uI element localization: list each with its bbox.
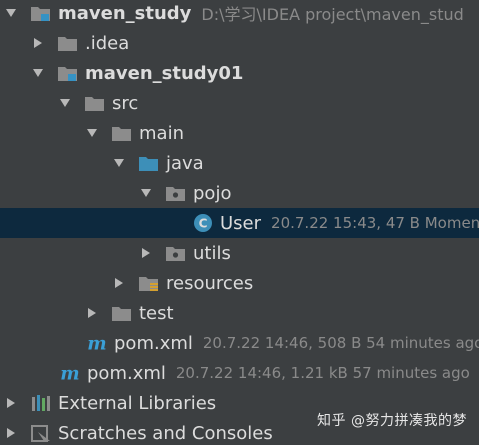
maven-icon: m [59, 364, 81, 382]
collapse-arrow-icon[interactable] [4, 396, 18, 410]
tree-item-pojo[interactable]: pojo [0, 178, 479, 208]
tree-item-main[interactable]: main [0, 118, 479, 148]
expand-arrow-icon[interactable] [112, 156, 126, 170]
watermark: 知乎 @努力拼凑我的梦 [317, 413, 467, 429]
tree-item-label: src [112, 92, 139, 114]
libraries-icon [30, 394, 52, 412]
tree-item-resources[interactable]: resources [0, 268, 479, 298]
resources-folder-icon [138, 274, 160, 292]
tree-item-label: maven_study [58, 2, 192, 24]
svg-text:m: m [60, 364, 79, 382]
tree-item-meta: 20.7.22 14:46, 1.21 kB 57 minutes ago [175, 364, 470, 382]
source-folder-icon [138, 154, 160, 172]
tree-item-meta: 20.7.22 15:43, 47 B Momen [271, 214, 479, 232]
tree-item-label: .idea [85, 32, 130, 54]
expand-arrow-icon[interactable] [4, 6, 18, 20]
tree-item-src[interactable]: src [0, 88, 479, 118]
tree-item-label: External Libraries [58, 392, 217, 414]
collapse-arrow-icon[interactable] [139, 246, 153, 260]
expand-arrow-icon[interactable] [58, 96, 72, 110]
folder-icon [111, 124, 133, 142]
module-folder-icon [30, 4, 52, 22]
tree-item-utils[interactable]: utils [0, 238, 479, 268]
tree-item-label: User [220, 212, 262, 234]
collapse-arrow-icon[interactable] [85, 306, 99, 320]
tree-item-meta: 20.7.22 14:46, 508 B 54 minutes ago [202, 334, 479, 352]
package-icon [165, 244, 187, 262]
tree-item-pom-root[interactable]: m pom.xml 20.7.22 14:46, 1.21 kB 57 minu… [0, 358, 479, 388]
folder-icon [84, 94, 106, 112]
tree-item-meta: D:\学习\IDEA project\maven_stud [201, 5, 464, 24]
package-icon [165, 184, 187, 202]
tree-item-label: pojo [193, 182, 232, 204]
tree-item-test[interactable]: test [0, 298, 479, 328]
scratches-icon [30, 424, 52, 442]
collapse-arrow-icon[interactable] [112, 276, 126, 290]
folder-icon [57, 34, 79, 52]
tree-item-label: test [139, 302, 174, 324]
tree-item-label: maven_study01 [85, 62, 244, 84]
tree-item-label: resources [166, 272, 254, 294]
collapse-arrow-icon[interactable] [4, 426, 18, 440]
collapse-arrow-icon[interactable] [31, 36, 45, 50]
svg-text:m: m [87, 334, 106, 352]
tree-item-label: Scratches and Consoles [58, 422, 273, 444]
tree-item-user[interactable]: C User 20.7.22 15:43, 47 B Momen [0, 208, 479, 238]
module-folder-icon [57, 64, 79, 82]
expand-arrow-icon[interactable] [139, 186, 153, 200]
maven-icon: m [86, 334, 108, 352]
tree-item-java[interactable]: java [0, 148, 479, 178]
tree-item-label: pom.xml [87, 362, 166, 384]
tree-item-label: main [139, 122, 184, 144]
tree-item-idea[interactable]: .idea [0, 28, 479, 58]
svg-text:C: C [199, 217, 208, 231]
tree-item-label: java [166, 152, 204, 174]
tree-item-pom-module[interactable]: m pom.xml 20.7.22 14:46, 508 B 54 minute… [0, 328, 479, 358]
tree-item-label: pom.xml [114, 332, 193, 354]
tree-item-maven-study01[interactable]: maven_study01 [0, 58, 479, 88]
expand-arrow-icon[interactable] [85, 126, 99, 140]
java-class-icon: C [192, 214, 214, 232]
expand-arrow-icon[interactable] [31, 66, 45, 80]
tree-item-maven-study[interactable]: maven_study D:\学习\IDEA project\maven_stu… [0, 0, 479, 28]
project-tree[interactable]: maven_study D:\学习\IDEA project\maven_stu… [0, 0, 479, 445]
tree-item-label: utils [193, 242, 231, 264]
folder-icon [111, 304, 133, 322]
